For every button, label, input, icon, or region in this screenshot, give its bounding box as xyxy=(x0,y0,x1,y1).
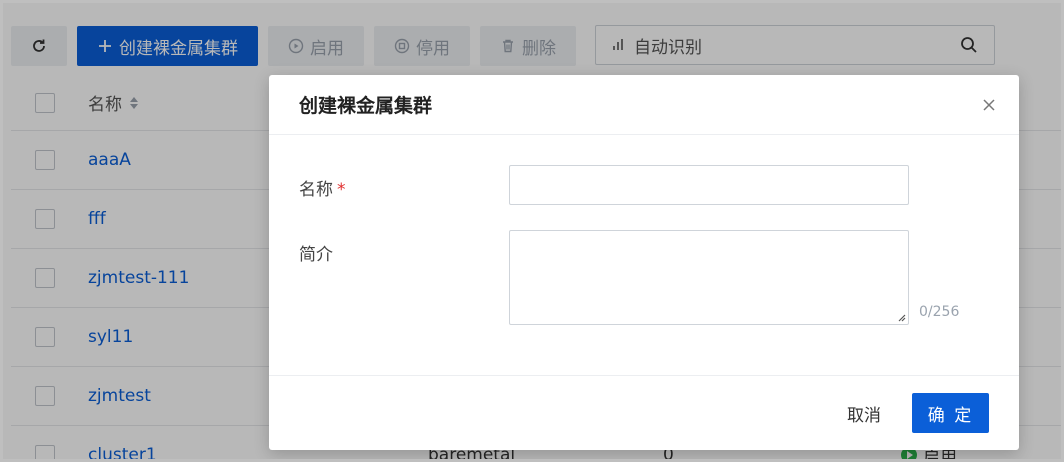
create-cluster-dialog: 创建裸金属集群 名称 * 简介 0/256 取消 确 定 xyxy=(269,75,1019,450)
description-char-counter: 0/256 xyxy=(919,304,960,320)
name-field-label: 名称 * xyxy=(299,175,346,200)
app-frame: 创建裸金属集群 启用 停用 删除 自动识别 名称 aaaA fff zjmtes… xyxy=(0,0,1064,462)
required-mark: * xyxy=(337,180,346,200)
dialog-title: 创建裸金属集群 xyxy=(299,95,433,117)
dialog-footer: 取消 确 定 xyxy=(269,375,1019,450)
description-field-label: 简介 xyxy=(299,245,333,265)
close-icon[interactable] xyxy=(981,97,997,113)
name-input[interactable] xyxy=(509,165,909,205)
cancel-button[interactable]: 取消 xyxy=(835,393,893,433)
resize-handle-icon[interactable] xyxy=(896,312,906,322)
name-label-text: 名称 xyxy=(299,180,333,200)
dialog-header: 创建裸金属集群 xyxy=(269,75,1019,135)
description-textarea[interactable] xyxy=(509,230,909,325)
confirm-button[interactable]: 确 定 xyxy=(912,393,989,433)
